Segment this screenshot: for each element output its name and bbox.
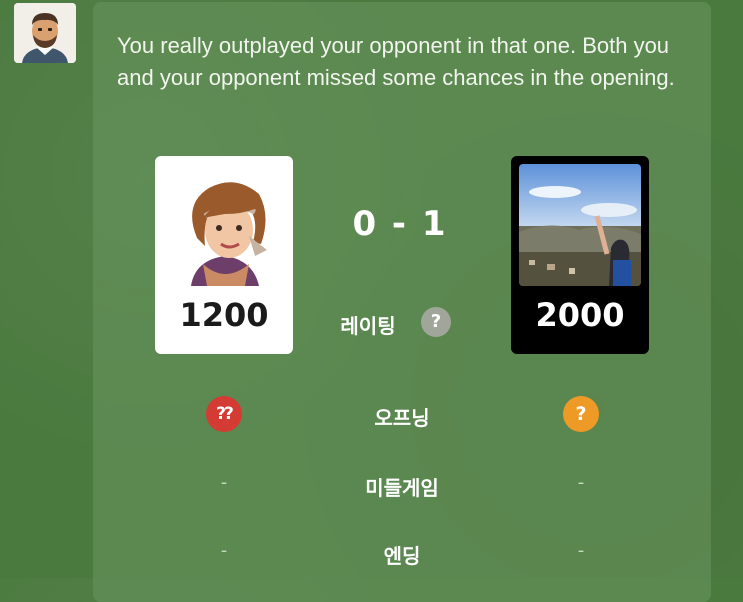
row-label-endgame: 엔딩	[383, 544, 421, 568]
middlegame-left-value: -	[220, 472, 228, 493]
player-card-left: 1200	[155, 156, 293, 354]
row-label-middlegame: 미들게임	[365, 476, 439, 500]
coach-avatar	[14, 3, 76, 63]
coach-avatar-icon	[14, 3, 76, 63]
player-photo-right	[519, 164, 641, 286]
middlegame-right-value: -	[577, 472, 585, 493]
player-rating-left: 1200	[179, 296, 269, 334]
coach-message: You really outplayed your opponent in th…	[117, 33, 675, 90]
player-avatar-left	[163, 164, 285, 286]
player-rating-right: 2000	[535, 296, 625, 334]
blunder-icon[interactable]: ??	[206, 396, 242, 432]
row-label-opening: 오프닝	[374, 406, 430, 430]
help-icon[interactable]: ?	[421, 307, 451, 337]
mistake-icon[interactable]: ?	[563, 396, 599, 432]
endgame-right-value: -	[577, 540, 585, 561]
game-score: 0 - 1	[352, 204, 448, 244]
endgame-left-value: -	[220, 540, 228, 561]
player-card-right: 2000	[511, 156, 649, 354]
row-label-rating: 레이팅	[340, 314, 396, 338]
